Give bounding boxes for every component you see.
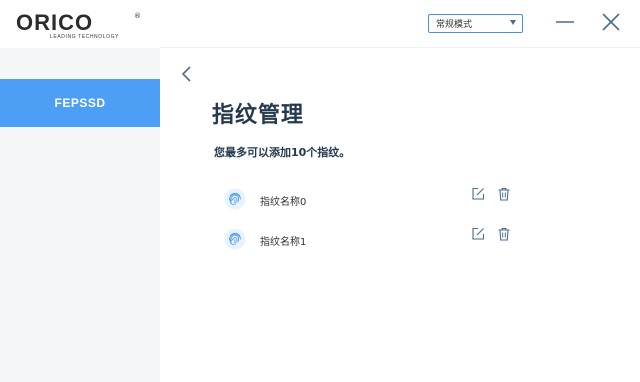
header-divider [160,47,640,48]
sidebar-item-label: FEPSSD [54,96,106,110]
minimize-button[interactable] [553,10,577,34]
dropdown-caret-icon [510,20,516,25]
fingerprint-name: 指纹名称0 [260,197,307,208]
sidebar: FEPSSD [0,48,160,382]
back-button[interactable] [178,64,196,84]
orico-logo: ORICO ® LEADING TECHNOLOGY [16,12,146,42]
fingerprint-name: 指纹名称1 [260,237,307,248]
trash-icon[interactable] [496,186,512,202]
fingerprint-icon [224,228,246,250]
edit-icon[interactable] [470,186,486,202]
fingerprint-icon [224,188,246,210]
page-subtitle: 您最多可以添加10个指纹。 [214,146,351,159]
logo-registered-mark: ® [134,12,141,20]
mode-select[interactable]: 常规模式 [428,14,523,33]
minimize-icon [556,21,574,23]
close-button[interactable] [599,10,623,34]
logo-wordmark: ORICO [16,10,94,35]
sidebar-item-fepssd[interactable]: FEPSSD [0,79,160,127]
logo-tagline: LEADING TECHNOLOGY [50,34,120,40]
back-arrow-icon [181,66,191,82]
close-icon [602,13,620,31]
fingerprint-row: 指纹名称1 [222,226,522,252]
trash-icon[interactable] [496,226,512,242]
edit-icon[interactable] [470,226,486,242]
mode-select-value: 常规模式 [436,20,473,30]
page-title: 指纹管理 [212,103,305,128]
fingerprint-row: 指纹名称0 [222,186,522,212]
